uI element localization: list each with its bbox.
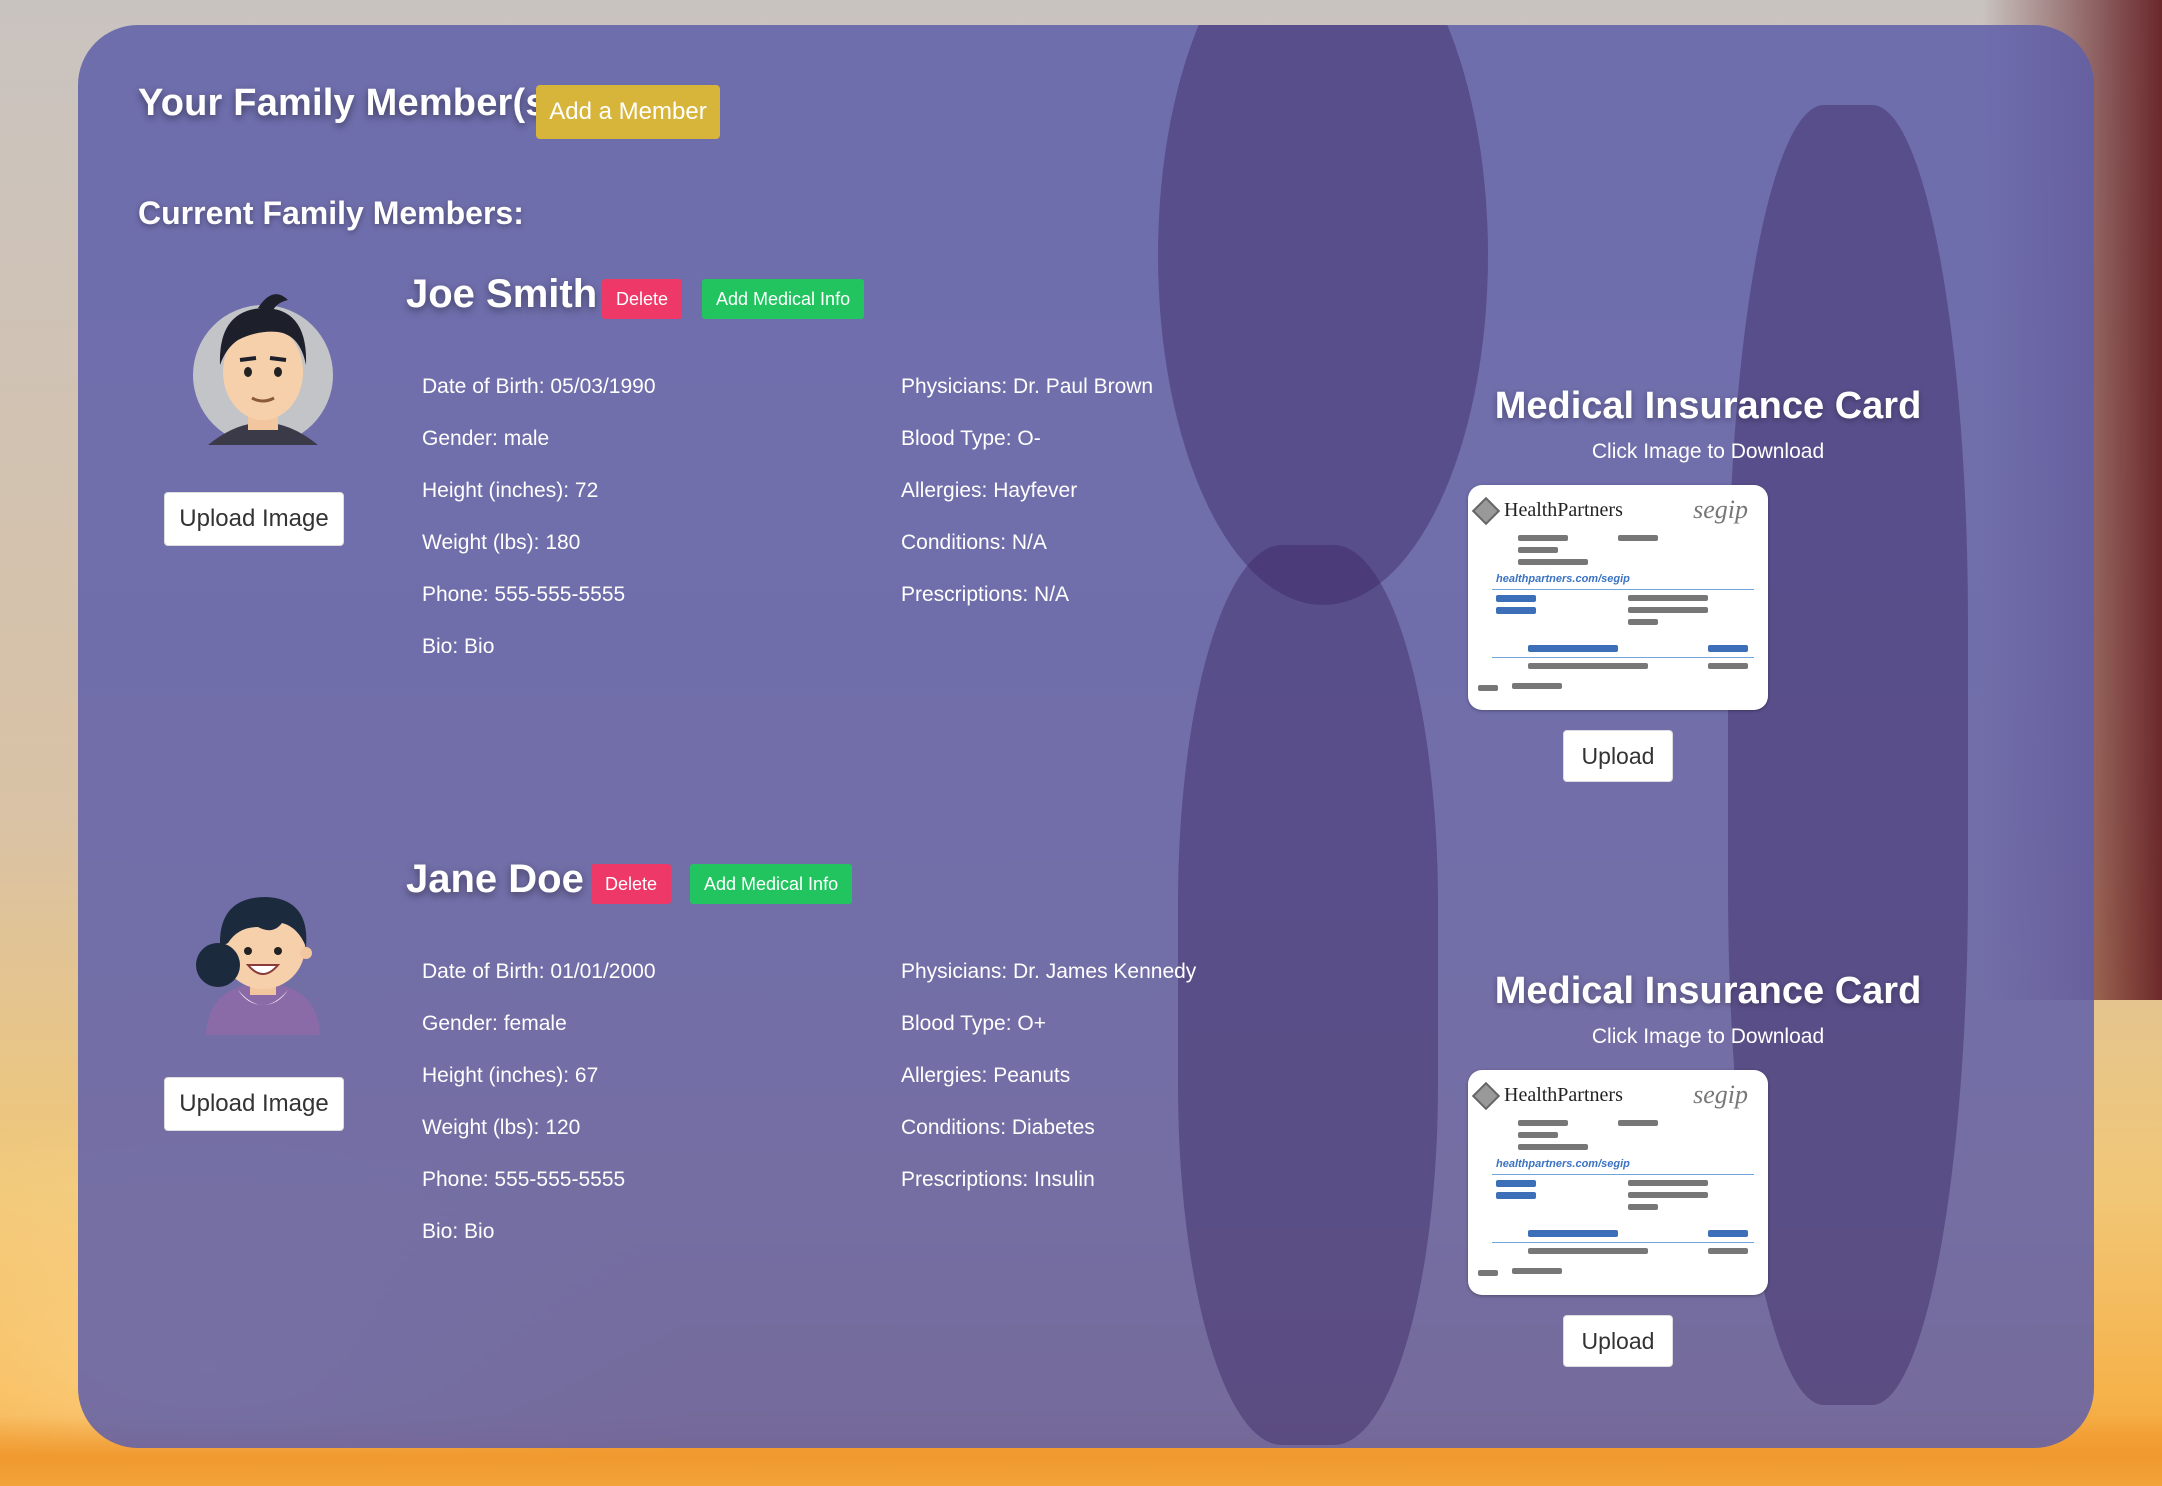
info-allergies: Allergies: Hayfever [901, 479, 1078, 502]
info-dob: Date of Birth: 05/03/1990 [422, 375, 656, 398]
upload-card-button[interactable]: Upload [1563, 730, 1673, 782]
upload-card-button[interactable]: Upload [1563, 1315, 1673, 1367]
member-card: Upload Image Joe Smith Delete Add Medica… [78, 250, 2094, 810]
info-physicians: Physicians: Dr. James Kennedy [901, 960, 1197, 983]
upload-image-button[interactable]: Upload Image [164, 492, 344, 546]
info-blood-type: Blood Type: O+ [901, 1012, 1046, 1035]
insurance-title: Medical Insurance Card [1494, 385, 1922, 427]
info-dob: Date of Birth: 01/01/2000 [422, 960, 656, 983]
diamond-icon [1471, 496, 1501, 526]
info-gender: Gender: female [422, 1012, 567, 1035]
insurance-subtitle: Click Image to Download [1591, 440, 1825, 463]
info-allergies: Allergies: Peanuts [901, 1064, 1071, 1087]
card-brand: HealthPartners [1504, 499, 1623, 521]
add-medical-info-button[interactable]: Add Medical Info [702, 279, 865, 319]
medical-info: Physicians: Dr. James Kennedy Blood Type… [901, 946, 1196, 1206]
info-gender: Gender: male [422, 427, 550, 450]
info-height: Height (inches): 67 [422, 1064, 599, 1087]
info-phone: Phone: 555-555-5555 [422, 1168, 626, 1191]
info-prescriptions: Prescriptions: Insulin [901, 1168, 1095, 1191]
member-card: Upload Image Jane Doe Delete Add Medical… [78, 835, 2094, 1395]
card-logo: segip [1693, 1080, 1748, 1109]
info-bio: Bio: Bio [422, 635, 495, 658]
info-conditions: Conditions: Diabetes [901, 1116, 1095, 1139]
add-medical-info-button[interactable]: Add Medical Info [690, 864, 853, 904]
female-avatar [196, 897, 320, 1035]
personal-info: Date of Birth: 05/03/1990 Gender: male H… [422, 361, 656, 673]
card-url: healthpartners.com/segip [1496, 1158, 1630, 1170]
card-brand: HealthPartners [1504, 1084, 1623, 1106]
info-height: Height (inches): 72 [422, 479, 599, 502]
info-weight: Weight (lbs): 180 [422, 531, 581, 554]
male-avatar [193, 294, 333, 445]
insurance-card-image[interactable]: HealthPartners segip healthpartners.com/… [1468, 485, 1768, 710]
insurance-title: Medical Insurance Card [1494, 970, 1922, 1012]
delete-button[interactable]: Delete [591, 864, 672, 904]
diamond-icon [1471, 1081, 1501, 1111]
member-name: Jane Doe [406, 857, 584, 901]
delete-button[interactable]: Delete [602, 279, 683, 319]
info-physicians: Physicians: Dr. Paul Brown [901, 375, 1154, 398]
card-logo: segip [1693, 495, 1748, 524]
add-member-button[interactable]: Add a Member [536, 85, 720, 139]
page-title: Your Family Member(s) [138, 82, 560, 124]
personal-info: Date of Birth: 01/01/2000 Gender: female… [422, 946, 656, 1258]
info-phone: Phone: 555-555-5555 [422, 583, 626, 606]
info-conditions: Conditions: N/A [901, 531, 1047, 554]
family-panel: Your Family Member(s) Add a Member Curre… [78, 25, 2094, 1448]
section-title: Current Family Members: [138, 195, 524, 231]
info-weight: Weight (lbs): 120 [422, 1116, 581, 1139]
medical-info: Physicians: Dr. Paul Brown Blood Type: O… [901, 361, 1153, 621]
upload-image-button[interactable]: Upload Image [164, 1077, 344, 1131]
member-name: Joe Smith [406, 272, 598, 316]
info-prescriptions: Prescriptions: N/A [901, 583, 1070, 606]
insurance-card-image[interactable]: HealthPartners segip healthpartners.com/… [1468, 1070, 1768, 1295]
card-url: healthpartners.com/segip [1496, 573, 1630, 585]
info-blood-type: Blood Type: O- [901, 427, 1041, 450]
insurance-subtitle: Click Image to Download [1591, 1025, 1825, 1048]
info-bio: Bio: Bio [422, 1220, 495, 1243]
